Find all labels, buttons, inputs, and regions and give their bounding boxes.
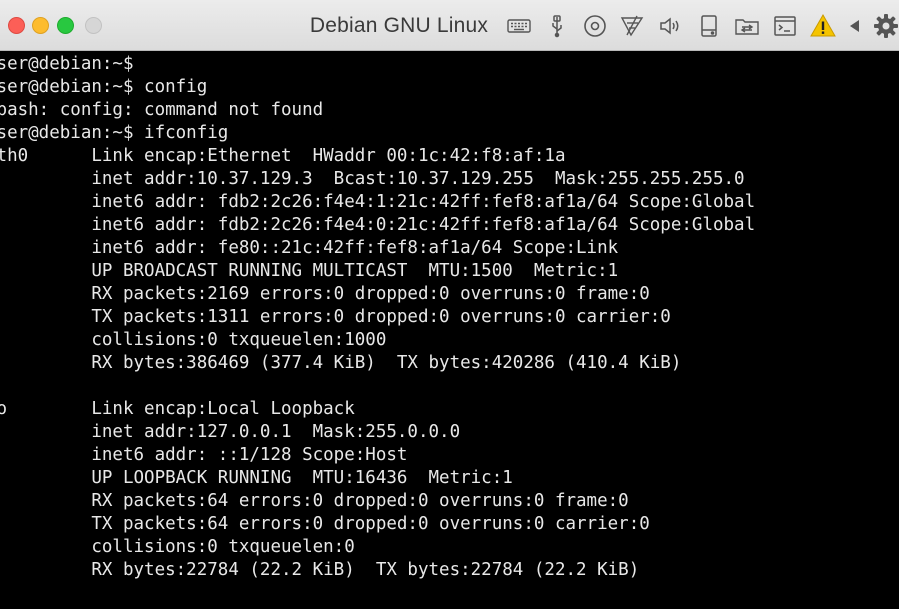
terminal-line: TX packets:64 errors:0 dropped:0 overrun… — [0, 514, 650, 534]
terminal-line: collisions:0 txqueuelen:1000 — [0, 330, 387, 350]
zoom-button[interactable] — [57, 17, 74, 34]
collapse-arrow-icon[interactable] — [842, 13, 868, 39]
terminal-screen[interactable]: user@debian:~$ user@debian:~$ config -ba… — [0, 51, 899, 609]
terminal-line: inet addr:127.0.0.1 Mask:255.0.0.0 — [0, 422, 461, 442]
settings-gear-icon[interactable] — [873, 13, 899, 39]
terminal-line: user@debian:~$ config — [0, 77, 208, 97]
terminal-line: RX bytes:386469 (377.4 KiB) TX bytes:420… — [0, 353, 682, 373]
disabled-window-button — [85, 17, 102, 34]
usb-icon[interactable] — [544, 13, 570, 39]
terminal-line: TX packets:1311 errors:0 dropped:0 overr… — [0, 307, 671, 327]
terminal-line: RX packets:64 errors:0 dropped:0 overrun… — [0, 491, 629, 511]
vm-window: Debian GNU Linux user@debian:~$ user@deb… — [0, 0, 899, 609]
terminal-line: lo Link encap:Local Loopback — [0, 399, 355, 419]
close-button[interactable] — [8, 17, 25, 34]
title-bar: Debian GNU Linux — [0, 0, 899, 51]
shared-folders-icon[interactable] — [734, 13, 760, 39]
terminal-line: inet addr:10.37.129.3 Bcast:10.37.129.25… — [0, 169, 745, 189]
terminal-line: eth0 Link encap:Ethernet HWaddr 00:1c:42… — [0, 146, 566, 166]
terminal-icon[interactable] — [772, 13, 798, 39]
sound-icon[interactable] — [657, 13, 683, 39]
terminal-line: inet6 addr: fdb2:2c26:f4e4:1:21c:42ff:fe… — [0, 192, 756, 212]
terminal-line: user@debian:~$ ifconfig — [0, 123, 229, 143]
minimize-button[interactable] — [32, 17, 49, 34]
network-icon[interactable] — [619, 13, 645, 39]
terminal-line: RX bytes:22784 (22.2 KiB) TX bytes:22784… — [0, 560, 640, 580]
terminal-line: collisions:0 txqueuelen:0 — [0, 537, 355, 557]
cd-dvd-icon[interactable] — [582, 13, 608, 39]
terminal-line: RX packets:2169 errors:0 dropped:0 overr… — [0, 284, 650, 304]
hard-disk-icon[interactable] — [696, 13, 722, 39]
terminal-line: UP LOOPBACK RUNNING MTU:16436 Metric:1 — [0, 468, 513, 488]
warning-icon[interactable] — [810, 13, 836, 39]
terminal-line: UP BROADCAST RUNNING MULTICAST MTU:1500 … — [0, 261, 619, 281]
terminal-line: inet6 addr: fdb2:2c26:f4e4:0:21c:42ff:fe… — [0, 215, 756, 235]
keyboard-icon[interactable] — [506, 13, 532, 39]
terminal-line: -bash: config: command not found — [0, 100, 324, 120]
terminal-line: inet6 addr: fe80::21c:42ff:fef8:af1a/64 … — [0, 238, 619, 258]
terminal-line: user@debian:~$ — [0, 54, 134, 74]
terminal-line: inet6 addr: ::1/128 Scope:Host — [0, 445, 408, 465]
